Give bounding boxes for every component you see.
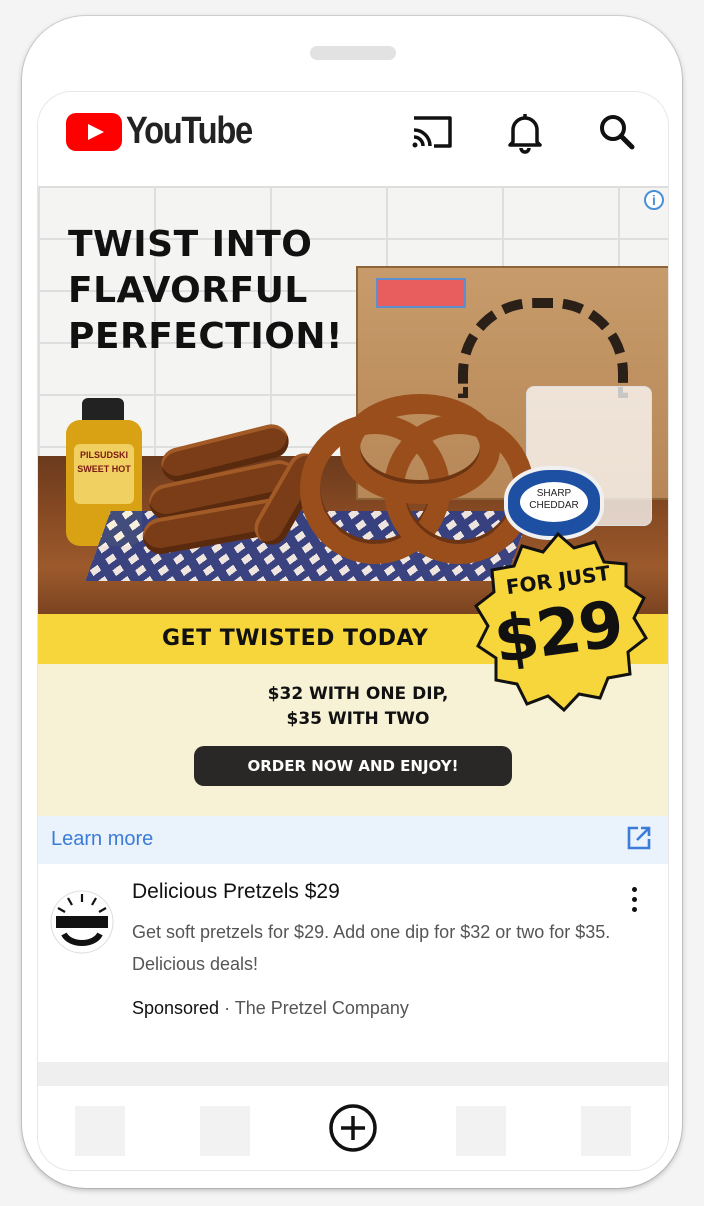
phone-speaker [310, 46, 396, 60]
phone-screen: YouTube TWIST INTO FLAVORFUL PERFECTION!… [38, 92, 668, 1170]
create-plus-icon[interactable] [328, 1103, 378, 1153]
advertiser-logo[interactable] [50, 890, 114, 954]
app-header: YouTube [38, 92, 668, 186]
mustard-label: PILSUDSKI SWEET HOT [74, 444, 134, 504]
nav-item-home[interactable] [75, 1106, 125, 1156]
ad-subtext-line: $35 WITH TWO [286, 709, 430, 729]
nav-item-shorts[interactable] [200, 1106, 250, 1156]
cast-icon[interactable] [408, 110, 456, 154]
bottom-nav [38, 1086, 668, 1170]
box-label [376, 278, 466, 308]
search-icon[interactable] [593, 110, 641, 154]
advertiser-company: The Pretzel Company [234, 998, 409, 1018]
youtube-wordmark: YouTube [126, 110, 253, 152]
phone-frame: YouTube TWIST INTO FLAVORFUL PERFECTION!… [22, 16, 682, 1188]
ad-headline: TWIST INTO FLAVORFUL PERFECTION! [68, 224, 343, 357]
ad-subtext: $32 WITH ONE DIP, $35 WITH TWO [198, 682, 518, 732]
ad-info-icon[interactable]: i [644, 190, 664, 210]
pretzel-loop [340, 394, 500, 504]
advertiser-description: Get soft pretzels for $29. Add one dip f… [132, 922, 611, 974]
advertiser-title[interactable]: Delicious Pretzels $29 [132, 880, 340, 904]
section-divider [38, 1062, 668, 1086]
external-link-icon[interactable] [626, 825, 652, 851]
dip-label: SHARP CHEDDAR [520, 482, 588, 522]
ad-subtext-line: $32 WITH ONE DIP, [267, 684, 449, 704]
youtube-logo[interactable]: YouTube [66, 110, 272, 153]
box-logo-graphic [458, 298, 628, 398]
nav-item-subscriptions[interactable] [456, 1106, 506, 1156]
learn-more-bar[interactable]: Learn more [38, 816, 668, 864]
learn-more-link[interactable]: Learn more [51, 828, 153, 851]
banner-text: GET TWISTED TODAY [162, 626, 429, 651]
nav-item-library[interactable] [581, 1106, 631, 1156]
sponsored-label: Sponsored [132, 998, 220, 1018]
advertiser-meta: Sponsored · The Pretzel Company [132, 998, 409, 1019]
ad-creative[interactable]: TWIST INTO FLAVORFUL PERFECTION! PILSUDS… [38, 186, 668, 816]
bell-icon[interactable] [501, 110, 549, 154]
more-options-icon[interactable] [624, 884, 644, 918]
meta-separator: · [224, 998, 231, 1018]
youtube-play-icon [66, 112, 122, 151]
order-now-button[interactable]: ORDER NOW AND ENJOY! [194, 746, 512, 786]
